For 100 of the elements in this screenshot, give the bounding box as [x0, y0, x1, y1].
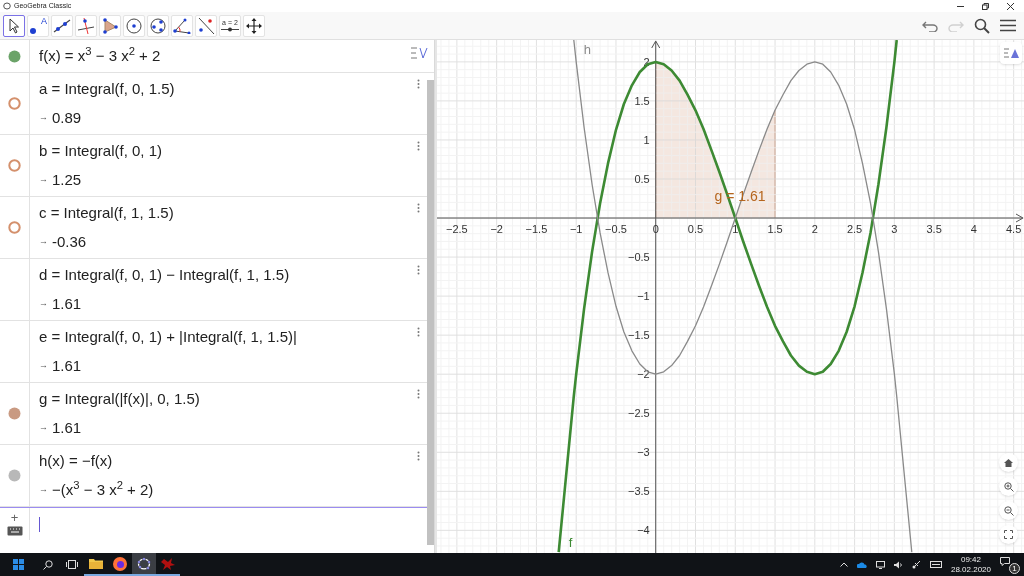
tick-label: −2: [637, 368, 650, 381]
formula-text[interactable]: a = Integral(f, 0, 1.5): [39, 80, 175, 98]
output-arrow: →: [39, 111, 48, 125]
tick-label: −1.5: [628, 329, 650, 342]
more-options-icon[interactable]: [417, 79, 420, 89]
visibility-toggle[interactable]: [8, 49, 21, 63]
result-text: -0.36: [52, 233, 87, 251]
formula-text[interactable]: c = Integral(f, 1, 1.5): [39, 204, 174, 222]
triangle-icon: [1003, 47, 1019, 59]
clock-date[interactable]: 28.02.2020: [950, 564, 991, 575]
chevron-up-icon[interactable]: [839, 562, 848, 567]
app-logo-icon: [3, 2, 11, 10]
folder-icon: [89, 558, 103, 569]
search-icon[interactable]: [43, 559, 53, 570]
tick-label: −2.5: [446, 223, 468, 236]
cursor-icon: [7, 17, 21, 34]
tick-label: 1: [732, 223, 739, 236]
formula-text[interactable]: e = Integral(f, 0, 1) + |Integral(f, 1, 1.5)|: [39, 328, 297, 346]
notification-count: 1: [1009, 562, 1020, 574]
tick-label: −0.5: [605, 223, 627, 236]
tool-button[interactable]: A: [27, 14, 49, 37]
more-options-icon[interactable]: [417, 451, 420, 461]
result-text: 1.25: [52, 171, 82, 189]
curve-label: f: [568, 535, 573, 551]
formula-text[interactable]: d = Integral(f, 0, 1) − Integral(f, 1, 1.5): [39, 266, 290, 284]
speaker-icon[interactable]: [893, 560, 903, 569]
undo-icon[interactable]: [922, 19, 938, 32]
formula-text[interactable]: f(x) = x$^{3}$ − 3 x$^{2}$ + 2: [39, 47, 161, 65]
tick-label: 1: [643, 133, 650, 146]
zoom-out-button[interactable]: [999, 501, 1018, 520]
formula-text[interactable]: b = Integral(f, 0, 1): [39, 142, 162, 160]
tick-label: −2: [490, 223, 503, 236]
tick-label: −1: [569, 223, 583, 236]
close-icon[interactable]: [1007, 2, 1014, 10]
output-arrow: →: [39, 421, 48, 435]
more-options-icon[interactable]: [417, 327, 420, 337]
output-arrow: →: [39, 173, 48, 187]
cloud-icon[interactable]: [856, 561, 867, 568]
formula-text[interactable]: h(x) = −f(x): [39, 452, 113, 470]
style-bar-toggle-icon[interactable]: [410, 46, 428, 60]
visibility-toggle[interactable]: [8, 97, 21, 110]
visibility-toggle[interactable]: [8, 407, 21, 420]
notifications-icon[interactable]: [1000, 556, 1010, 566]
style-bar-toggle[interactable]: [1000, 42, 1022, 64]
search-icon[interactable]: [974, 17, 990, 34]
tick-label: 4.5: [1006, 223, 1022, 236]
zoom-out-icon: [1003, 505, 1014, 516]
monitor-icon[interactable]: [875, 560, 885, 569]
taskbar-app-button[interactable]: [132, 553, 156, 576]
tick-label: 1.5: [634, 94, 650, 107]
splat-icon: [161, 556, 175, 571]
home-button[interactable]: [999, 453, 1018, 472]
perpendicular-lines-icon: [77, 16, 95, 35]
more-options-icon[interactable]: [417, 203, 420, 213]
more-options-icon[interactable]: [417, 265, 420, 275]
angle-icon: [173, 17, 191, 34]
scrollbar[interactable]: [427, 80, 434, 545]
result-text: 1.61: [52, 357, 82, 375]
result-text: 1.61: [52, 419, 82, 437]
fullscreen-icon: [1004, 530, 1013, 539]
restore-icon[interactable]: [982, 2, 989, 10]
tick-label: −3: [637, 446, 650, 459]
output-arrow: →: [39, 359, 48, 373]
result-text: 1.61: [52, 295, 82, 313]
network-icon[interactable]: [911, 560, 921, 569]
clock-time[interactable]: 09:42: [960, 554, 981, 565]
keyboard-icon[interactable]: [929, 561, 942, 568]
tick-label: −3.5: [628, 485, 650, 498]
visibility-toggle[interactable]: [8, 469, 21, 482]
triangle-icon: [102, 17, 118, 34]
keyboard-icon[interactable]: [6, 526, 23, 536]
formula-text[interactable]: g = Integral(|f(x)|, 0, 1.5): [39, 390, 200, 408]
tick-label: 3.5: [926, 223, 942, 236]
zoom-in-button[interactable]: [999, 477, 1018, 496]
tool-button[interactable]: [3, 14, 25, 37]
tick-label: 3: [891, 223, 898, 236]
visibility-toggle[interactable]: [8, 221, 21, 234]
curve-label: h: [583, 42, 592, 57]
browser-icon: [113, 556, 127, 571]
visibility-toggle[interactable]: [8, 159, 21, 172]
fullscreen-button[interactable]: [999, 525, 1018, 544]
tick-label: −2.5: [628, 407, 650, 420]
tick-label: −4: [637, 524, 650, 537]
circle-icon: [126, 17, 142, 34]
output-arrow: →: [39, 483, 48, 497]
tick-label: −1: [637, 290, 650, 303]
more-options-icon[interactable]: [417, 141, 420, 151]
tick-label: 2.5: [846, 223, 863, 236]
zoom-in-icon: [1003, 481, 1014, 492]
add-icon[interactable]: +: [10, 512, 19, 524]
tick-label: 0.5: [687, 223, 704, 236]
reflection-icon: [197, 16, 215, 35]
home-icon: [1004, 458, 1013, 467]
task-view-icon[interactable]: [66, 560, 78, 569]
tick-label: −1.5: [525, 223, 548, 236]
more-options-icon[interactable]: [417, 389, 420, 399]
tick-label: 0.5: [634, 173, 650, 185]
windows-logo-icon[interactable]: [12, 559, 24, 570]
tick-label: 4: [970, 223, 977, 236]
menu-icon[interactable]: [1000, 19, 1016, 32]
